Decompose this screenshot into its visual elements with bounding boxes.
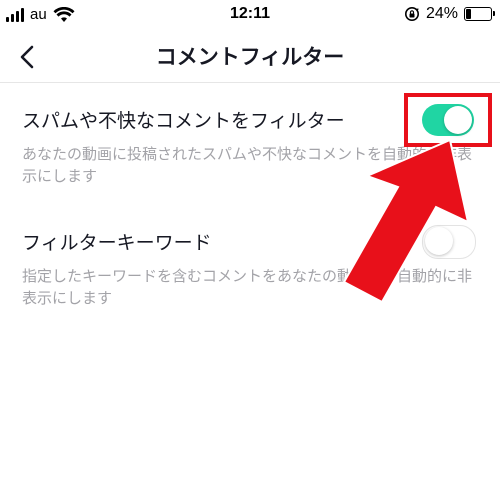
status-bar: au 12:11 24% [0,0,500,30]
battery-percent: 24% [425,5,458,22]
setting-spam-filter-description: あなたの動画に投稿されたスパムや不快なコメントを自動的に非表示にします [22,145,473,185]
highlight-box [404,93,492,147]
setting-keyword-filter-description: 指定したキーワードを含むコメントをあなたの動画から自動的に非表示にします [22,267,473,307]
keyword-filter-toggle[interactable] [422,225,476,259]
battery-icon [464,7,495,21]
status-right: 24% [404,5,495,23]
toggle-knob [425,227,453,255]
rotation-lock-icon [404,7,419,21]
battery-fill [466,9,471,19]
battery-nub [493,11,495,16]
nav-bar: コメントフィルター [0,30,500,83]
page-title: コメントフィルター [155,45,345,69]
